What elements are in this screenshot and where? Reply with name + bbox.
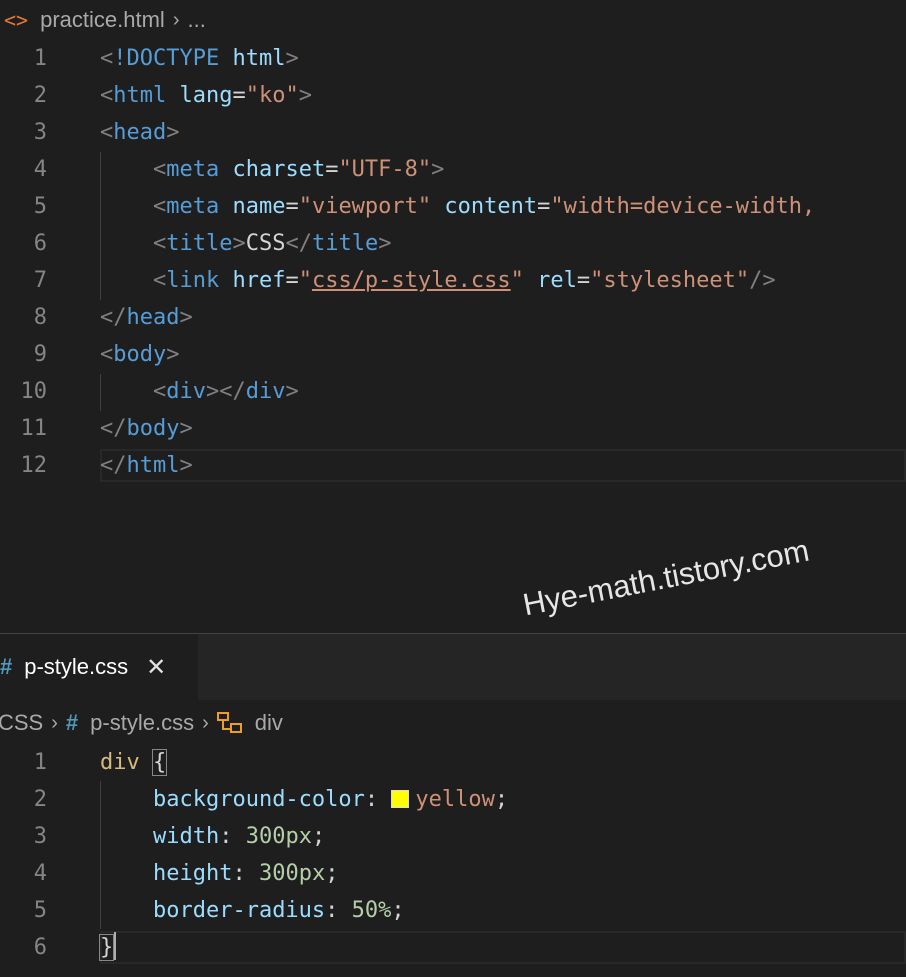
breadcrumb-file[interactable]: practice.html bbox=[40, 7, 165, 33]
line-number: 7 bbox=[33, 268, 47, 293]
tab-p-style-css[interactable]: # p-style.css ✕ bbox=[0, 634, 198, 700]
tab-bar: # p-style.css ✕ bbox=[0, 634, 906, 700]
css-hash-icon: # bbox=[65, 710, 79, 735]
code-line: 1 <!DOCTYPE html> bbox=[0, 40, 906, 77]
line-number: 1 bbox=[33, 750, 47, 775]
code-line: 5 <meta name="viewport" content="width=d… bbox=[0, 188, 906, 225]
line-number: 9 bbox=[33, 342, 47, 367]
line-number: 2 bbox=[33, 83, 47, 108]
chevron-right-icon: › bbox=[172, 8, 180, 31]
code-line: 10 <div></div> bbox=[0, 373, 906, 410]
line-number: 6 bbox=[33, 935, 47, 960]
code-line: 7 <link href="css/p-style.css" rel="styl… bbox=[0, 262, 906, 299]
line-number: 6 bbox=[33, 231, 47, 256]
code-line: 1 div { bbox=[0, 744, 906, 781]
code-line: 4 <meta charset="UTF-8"> bbox=[0, 151, 906, 188]
line-number: 1 bbox=[33, 46, 47, 71]
stylesheet-link[interactable]: css/p-style.css bbox=[312, 268, 511, 293]
breadcrumb-folder[interactable]: CSS bbox=[0, 710, 43, 736]
css-breadcrumb: CSS › # p-style.css › div bbox=[0, 704, 906, 742]
code-line: 2 <html lang="ko"> bbox=[0, 77, 906, 114]
code-line: 12 </html> bbox=[0, 447, 906, 484]
css-editor[interactable]: 1 div { 2 background-color: yellow; 3 wi… bbox=[0, 744, 906, 977]
code-line: 5 border-radius: 50%; bbox=[0, 892, 906, 929]
chevron-right-icon: › bbox=[51, 711, 58, 734]
text-cursor bbox=[114, 932, 117, 960]
watermark: Hye-math.tistory.com bbox=[520, 532, 812, 623]
line-number: 4 bbox=[33, 157, 47, 182]
code-line: 2 background-color: yellow; bbox=[0, 781, 906, 818]
code-line: 4 height: 300px; bbox=[0, 855, 906, 892]
code-line: 6 } bbox=[0, 929, 906, 966]
code-line: 8 </head> bbox=[0, 299, 906, 336]
html-editor[interactable]: 1 <!DOCTYPE html> 2 <html lang="ko"> 3 <… bbox=[0, 40, 906, 520]
code-line: 9 <body> bbox=[0, 336, 906, 373]
breadcrumb: <> practice.html › ... bbox=[0, 1, 906, 39]
html-code-icon[interactable]: <> bbox=[4, 8, 28, 32]
code-line: 3 width: 300px; bbox=[0, 818, 906, 855]
breadcrumb-file[interactable]: p-style.css bbox=[90, 710, 194, 736]
line-number: 4 bbox=[33, 861, 47, 886]
chevron-right-icon: › bbox=[202, 711, 209, 734]
css-hash-icon: # bbox=[0, 654, 13, 679]
line-number: 5 bbox=[33, 898, 47, 923]
line-number: 11 bbox=[20, 416, 48, 441]
code-line: 3 <head> bbox=[0, 114, 906, 151]
symbol-class-icon bbox=[216, 712, 245, 734]
code-line: 11 </body> bbox=[0, 410, 906, 447]
tab-label: p-style.css bbox=[24, 654, 129, 679]
color-swatch[interactable] bbox=[391, 790, 410, 808]
close-icon[interactable]: ✕ bbox=[146, 653, 166, 682]
line-number: 2 bbox=[33, 787, 47, 812]
line-number: 5 bbox=[33, 194, 47, 219]
line-number: 3 bbox=[33, 120, 47, 145]
line-number: 12 bbox=[20, 453, 48, 478]
code-line: 6 <title>CSS</title> bbox=[0, 225, 906, 262]
line-number: 8 bbox=[33, 305, 47, 330]
line-number: 10 bbox=[20, 379, 48, 404]
breadcrumb-symbol[interactable]: div bbox=[255, 710, 283, 736]
breadcrumb-more[interactable]: ... bbox=[187, 7, 205, 33]
line-number: 3 bbox=[33, 824, 47, 849]
